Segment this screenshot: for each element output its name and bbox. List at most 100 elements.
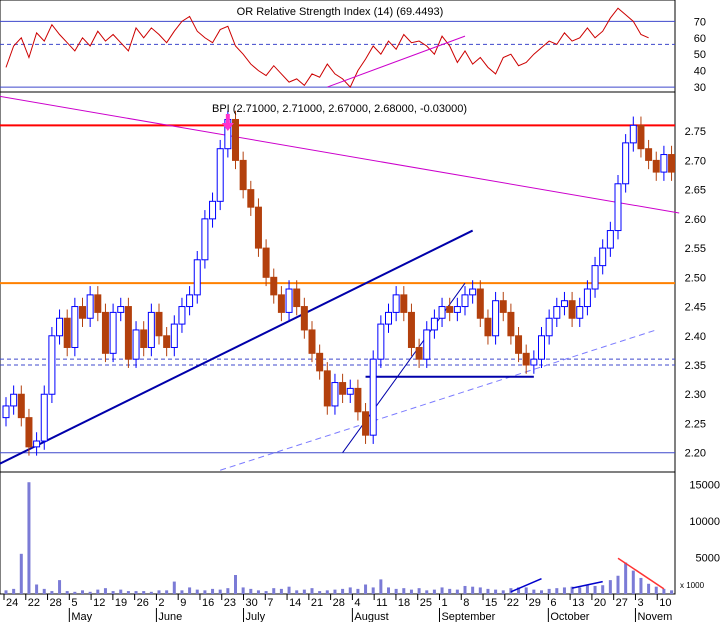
volume-bar	[35, 584, 39, 594]
volume-bar	[58, 580, 62, 594]
x-month-label: July	[246, 611, 266, 622]
price-tick-label: 2.70	[685, 155, 706, 167]
price-tick-label: 2.35	[685, 360, 706, 372]
candle-body	[637, 124, 645, 150]
rsi-tick-label: 40	[694, 66, 706, 78]
volume-bar	[670, 590, 674, 594]
volume-bar	[440, 587, 444, 594]
price-tick-label: 2.50	[685, 272, 706, 284]
volume-bar	[27, 482, 31, 594]
volume-bar	[65, 591, 69, 594]
volume-bar	[639, 577, 643, 594]
x-day-label: 7	[267, 597, 273, 609]
rsi-line	[5, 7, 649, 88]
stock-chart: 30 40 50 60 70 2.20 2.25 2.30 2.35 2.40 2.45 2.50 2…	[0, 0, 724, 623]
candle-body	[430, 317, 438, 331]
volume-bar	[555, 588, 559, 594]
x-month-label: October	[550, 611, 589, 622]
candle-body	[453, 306, 461, 313]
x-day-label: 12	[93, 597, 105, 609]
candle-body	[117, 306, 125, 313]
price-title: BPI (2.71000, 2.71000, 2.67000, 2.68000,…	[212, 103, 467, 115]
volume-bar	[157, 590, 161, 594]
candle-body	[170, 323, 178, 348]
x-day-label: 28	[333, 597, 345, 609]
volume-bar	[279, 588, 283, 594]
price-tick-label: 2.60	[685, 214, 706, 226]
candle-body	[461, 294, 469, 308]
x-day-label: 20	[594, 597, 606, 609]
candle-body	[63, 317, 71, 348]
candle-body	[599, 247, 607, 267]
x-day-label: 4	[354, 597, 360, 609]
candle-body	[109, 311, 117, 354]
price-trendline	[220, 329, 657, 471]
candle-body	[308, 329, 316, 354]
volume-bar	[241, 587, 245, 594]
volume-bar	[149, 591, 153, 594]
rsi-tick-label: 50	[694, 49, 706, 61]
candle-body	[606, 230, 614, 249]
candle-body	[476, 288, 484, 319]
candle-body	[346, 387, 354, 395]
candle-body	[645, 148, 653, 161]
price-tick-label: 2.55	[685, 243, 706, 255]
volume-bar	[364, 584, 368, 594]
candle-body	[277, 294, 285, 313]
x-month-label: September	[441, 611, 495, 622]
candle-body	[178, 306, 186, 325]
candle-body	[163, 335, 171, 348]
x-month-label: August	[354, 611, 388, 622]
x-day-label: 30	[246, 597, 258, 609]
x-day-label: 21	[311, 597, 323, 609]
axes: 24 22 28 5 12 19 26 2 9 16 23 30 7 14 21 28 4 11 18 25 1 8 15 2…	[3, 594, 672, 623]
candle-body	[86, 294, 94, 319]
candle-body	[101, 311, 109, 354]
volume-bar	[394, 588, 398, 594]
volume-bar	[134, 591, 138, 594]
volume-bar	[50, 591, 54, 594]
volume-bar	[608, 580, 612, 594]
candle-body	[323, 370, 331, 407]
volume-bar	[348, 587, 352, 594]
volume-bar	[601, 585, 605, 594]
rsi-tick-label: 60	[694, 33, 706, 45]
candle-body	[48, 335, 56, 395]
candle-body	[262, 247, 270, 278]
candle-body	[545, 317, 553, 337]
candle-body	[300, 306, 308, 331]
price-panel: 2.20 2.25 2.30 2.35 2.40 2.45 2.50 2.55 2.60 2.65…	[0, 95, 706, 471]
volume-bar	[88, 591, 92, 594]
candle-body	[415, 346, 423, 360]
candle-body	[155, 311, 163, 337]
rsi-title: OR Relative Strength Index (14) (69.4493…	[237, 6, 444, 18]
volume-bar	[126, 591, 130, 594]
volume-bar	[165, 590, 169, 594]
volume-bar	[417, 588, 421, 594]
volume-bar	[356, 588, 360, 594]
x-day-label: 18	[398, 597, 410, 609]
x-day-label: 26	[137, 597, 149, 609]
candle-body	[377, 323, 385, 360]
candle-body	[515, 335, 523, 354]
candle-body	[132, 329, 140, 360]
price-tick-label: 2.45	[685, 302, 706, 314]
candle-body	[438, 306, 446, 319]
volume-bar	[19, 553, 23, 594]
volume-tick-label: 15000	[689, 479, 720, 491]
volume-bar	[662, 588, 666, 594]
candle-body	[499, 300, 507, 313]
volume-bar	[96, 589, 100, 594]
x-day-label: 28	[50, 597, 62, 609]
volume-bar	[647, 583, 651, 594]
x-day-label: 13	[572, 597, 584, 609]
candle-body	[216, 148, 224, 202]
candle-body	[392, 294, 400, 313]
candle-body	[247, 189, 255, 208]
candle-body	[193, 259, 201, 296]
candle-body	[209, 200, 217, 220]
candle-body	[385, 311, 392, 325]
volume-bar	[142, 591, 146, 594]
volume-bar	[585, 585, 589, 594]
candle-body	[407, 311, 415, 348]
